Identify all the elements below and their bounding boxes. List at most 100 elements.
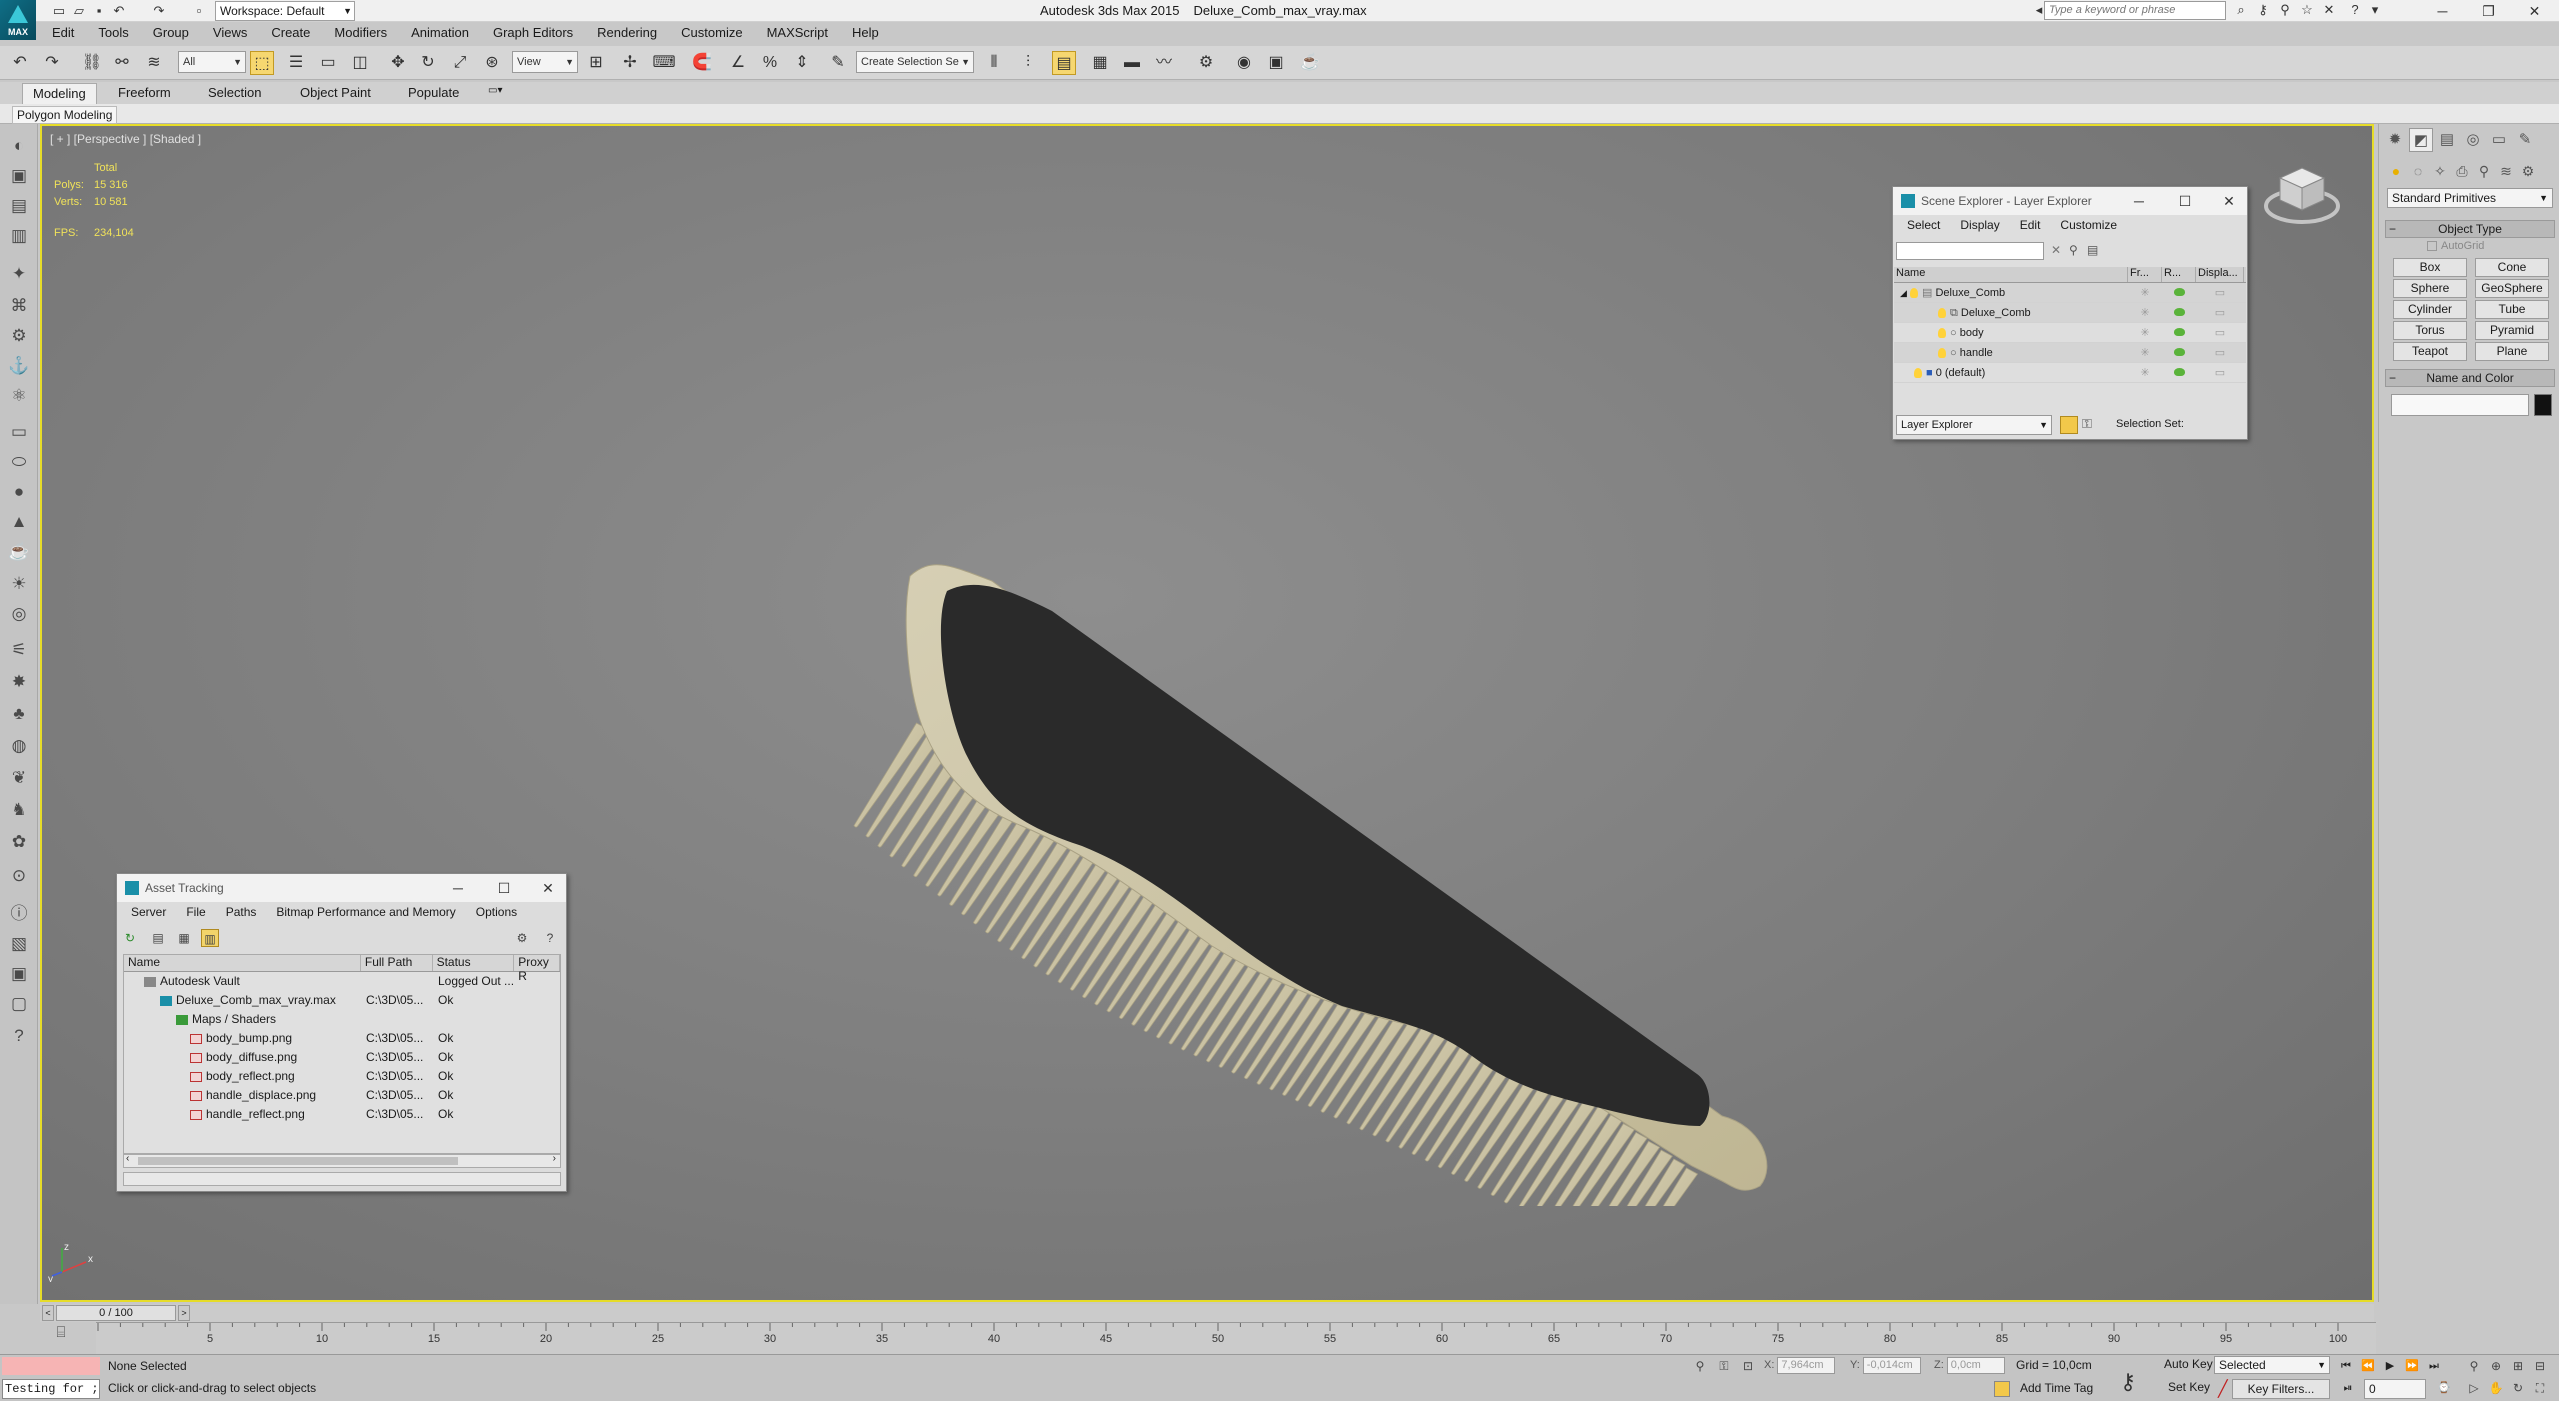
info-icon[interactable]: ⓘ bbox=[7, 902, 31, 926]
menu-maxscript[interactable]: MAXScript bbox=[755, 22, 840, 44]
select-manipulate-icon[interactable]: ✢ bbox=[618, 51, 642, 75]
add-layer-icon[interactable]: ▤ bbox=[2087, 243, 2098, 257]
cameras-icon[interactable]: ⎙ bbox=[2451, 160, 2473, 182]
display-icon[interactable]: ▭ bbox=[2196, 343, 2244, 362]
undo-icon[interactable]: ↶ bbox=[8, 51, 32, 75]
clear-filter-icon[interactable]: ✕ bbox=[2051, 243, 2061, 257]
help-dropdown-icon[interactable]: ▾ bbox=[2366, 2, 2384, 20]
modify-icon[interactable]: ▣ bbox=[7, 164, 31, 188]
sun-icon[interactable]: ☀ bbox=[7, 572, 31, 596]
explorer-type-dropdown[interactable]: Layer Explorer ▼ bbox=[1896, 415, 2052, 435]
maximize-viewport-icon[interactable]: ⛶ bbox=[2530, 1379, 2550, 1397]
create-icon[interactable]: ◐ bbox=[7, 134, 31, 158]
column-frozen[interactable]: Fr... bbox=[2128, 267, 2162, 282]
scene-explorer-menu-display[interactable]: Display bbox=[1952, 215, 2011, 237]
percent-snap-icon[interactable]: % bbox=[758, 51, 782, 75]
asset-row[interactable]: handle_reflect.png C:\3D\05... Ok bbox=[124, 1105, 560, 1124]
sphere-icon[interactable]: ● bbox=[7, 480, 31, 504]
lights-icon[interactable]: ✧ bbox=[2429, 160, 2451, 182]
menu-customize[interactable]: Customize bbox=[669, 22, 754, 44]
orbit-icon[interactable]: ↻ bbox=[2508, 1379, 2528, 1397]
next-key-icon[interactable]: ⏩ bbox=[2402, 1357, 2422, 1375]
key-mode-toggle-icon[interactable]: ⏯ bbox=[2338, 1379, 2358, 1397]
layer-explorer-icon[interactable]: ▦ bbox=[1088, 51, 1112, 75]
set-key-button[interactable]: Set Key bbox=[2168, 1380, 2210, 1394]
link-icon[interactable]: ⛓ bbox=[80, 51, 104, 75]
utilities-tab-icon[interactable]: ✎ bbox=[2513, 128, 2537, 152]
object-name-input[interactable] bbox=[2391, 394, 2529, 416]
time-configuration-icon[interactable]: ⌚ bbox=[2434, 1379, 2454, 1397]
key-mode-dropdown[interactable]: Selected ▼ bbox=[2214, 1356, 2330, 1374]
y-input[interactable]: -0,014cm bbox=[1862, 1357, 1921, 1374]
menu-help[interactable]: Help bbox=[840, 22, 891, 44]
object-row[interactable]: ○ handle ✳ ▭ bbox=[1894, 343, 2246, 363]
sphere-button[interactable]: Sphere bbox=[2393, 279, 2467, 298]
column-name[interactable]: Name bbox=[1894, 267, 2128, 282]
tab-selection[interactable]: Selection bbox=[208, 85, 261, 100]
asset-tracking-menu-file[interactable]: File bbox=[178, 902, 217, 924]
freeze-icon[interactable]: ✳ bbox=[2128, 363, 2162, 382]
asset-tracking-menu-server[interactable]: Server bbox=[123, 902, 178, 924]
asset-row[interactable]: Autodesk Vault Logged Out ... bbox=[124, 972, 560, 991]
mini-curve-editor-icon[interactable]: ⌸ bbox=[48, 1324, 74, 1346]
previous-key-icon[interactable]: ⏪ bbox=[2358, 1357, 2378, 1375]
subscription-icon[interactable]: ⚷ bbox=[2254, 2, 2272, 20]
placement-icon[interactable]: ⊛ bbox=[480, 51, 504, 75]
new-file-icon[interactable]: ▭ bbox=[50, 2, 68, 20]
box-button[interactable]: Box bbox=[2393, 258, 2467, 277]
x-input[interactable]: 7,964cm bbox=[1777, 1357, 1836, 1374]
add-time-tag-button[interactable]: Add Time Tag bbox=[2020, 1381, 2093, 1395]
rotate-icon[interactable]: ↻ bbox=[416, 51, 440, 75]
torus-button[interactable]: Torus bbox=[2393, 321, 2467, 340]
vault-icon[interactable]: ⚙ bbox=[513, 929, 531, 947]
cylinder-icon[interactable]: ⬭ bbox=[7, 450, 31, 474]
tab-populate[interactable]: Populate bbox=[408, 85, 459, 100]
lock-icon[interactable]: ⚿ bbox=[2082, 416, 2092, 432]
space-warps-icon[interactable]: ≋ bbox=[2495, 160, 2517, 182]
scroll-left-icon[interactable]: ‹ bbox=[126, 1153, 129, 1164]
freeze-icon[interactable]: ✳ bbox=[2128, 303, 2162, 322]
menu-views[interactable]: Views bbox=[201, 22, 259, 44]
viewport-label-menu[interactable]: [ + ] [Perspective ] [Shaded ] bbox=[50, 132, 201, 146]
list-view-icon[interactable]: ▤ bbox=[149, 929, 167, 947]
asset-tracking-title-bar[interactable]: Asset Tracking ─ ☐ ✕ bbox=[117, 874, 566, 902]
collapse-triangle-icon[interactable]: ◢ bbox=[1900, 288, 1907, 298]
zoom-all-icon[interactable]: ⊕ bbox=[2486, 1357, 2506, 1375]
comb-model[interactable] bbox=[692, 426, 1792, 1206]
system-icon[interactable]: ⚛ bbox=[7, 384, 31, 408]
teapot-icon[interactable]: ☕ bbox=[7, 540, 31, 564]
redo-icon[interactable]: ↷ bbox=[40, 51, 64, 75]
next-frame-icon[interactable]: > bbox=[178, 1305, 190, 1321]
scene-explorer-title-bar[interactable]: Scene Explorer - Layer Explorer ─ ☐ ✕ bbox=[1893, 187, 2247, 215]
selection-filter-dropdown[interactable]: All ▼ bbox=[178, 51, 246, 73]
freeze-icon[interactable]: ✳ bbox=[2128, 283, 2162, 302]
time-slider[interactable]: < 0 / 100 > bbox=[40, 1304, 2374, 1322]
layer-row[interactable]: ■ 0 (default) ✳ ▭ bbox=[1894, 363, 2246, 383]
current-frame-input[interactable]: 0 bbox=[2364, 1379, 2426, 1399]
workspace-dropdown[interactable]: Workspace: Default ▼ bbox=[215, 1, 355, 21]
select-by-name-icon[interactable]: ☰ bbox=[284, 51, 308, 75]
restore-icon[interactable]: ❐ bbox=[2466, 0, 2511, 22]
motion-tab-icon[interactable]: ◎ bbox=[2461, 128, 2485, 152]
viewcube-icon[interactable] bbox=[2262, 158, 2342, 228]
named-selection-dropdown[interactable]: Create Selection Se ▼ bbox=[856, 51, 974, 73]
light-bulb-icon[interactable] bbox=[1909, 288, 1918, 299]
asset-row[interactable]: body_reflect.png C:\3D\05... Ok bbox=[124, 1067, 560, 1086]
light-bulb-icon[interactable] bbox=[1938, 348, 1946, 359]
render-teapot-icon[interactable] bbox=[2162, 323, 2196, 342]
maximize-icon[interactable]: ☐ bbox=[2171, 187, 2199, 215]
layer-row[interactable]: ◢ ▤ Deluxe_Comb ✳ ▭ bbox=[1894, 283, 2246, 303]
material-editor-icon[interactable]: ◉ bbox=[1232, 51, 1256, 75]
zoom-extents-all-icon[interactable]: ⊟ bbox=[2530, 1357, 2550, 1375]
geosphere-button[interactable]: GeoSphere bbox=[2475, 279, 2549, 298]
tree-view-icon[interactable]: ▥ bbox=[201, 929, 219, 947]
column-display[interactable]: Displa... bbox=[2196, 267, 2244, 282]
helper-icon[interactable]: ⚙ bbox=[7, 324, 31, 348]
undo-icon[interactable]: ↶ bbox=[110, 2, 128, 20]
globe-icon[interactable]: ◍ bbox=[7, 734, 31, 758]
field-of-view-icon[interactable]: ▷ bbox=[2464, 1379, 2484, 1397]
angle-snap-icon[interactable]: ∠ bbox=[726, 51, 750, 75]
object-color-swatch[interactable] bbox=[2534, 394, 2552, 416]
hierarchy-tab-icon[interactable]: ▤ bbox=[2435, 128, 2459, 152]
snaps-toggle-icon[interactable]: 🧲 bbox=[690, 51, 714, 75]
